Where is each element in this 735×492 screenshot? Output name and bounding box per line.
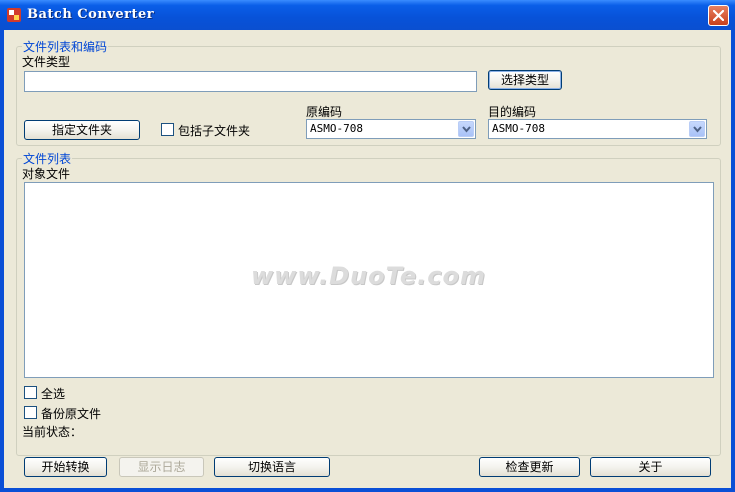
app-window: Batch Converter 文件列表和编码 文件类型 选择类型 原编码 目的… — [0, 0, 735, 492]
include-subfolders-checkbox[interactable] — [161, 123, 174, 136]
client-area: 文件列表和编码 文件类型 选择类型 原编码 目的编码 指定文件夹 包括子文件夹 … — [4, 30, 731, 488]
target-encoding-value: ASMO-708 — [492, 122, 545, 135]
backup-checkbox[interactable] — [24, 406, 37, 419]
select-all-label: 全选 — [41, 387, 66, 401]
source-encoding-label: 原编码 — [306, 105, 343, 119]
close-button[interactable] — [708, 5, 729, 26]
source-encoding-select[interactable]: ASMO-708 — [306, 119, 476, 139]
target-encoding-dropdown-button[interactable] — [689, 121, 705, 137]
title-bar[interactable]: Batch Converter — [0, 0, 735, 30]
check-update-button[interactable]: 检查更新 — [479, 457, 580, 477]
select-type-button[interactable]: 选择类型 — [488, 70, 562, 90]
chevron-down-icon — [462, 126, 471, 133]
start-convert-button[interactable]: 开始转换 — [24, 457, 107, 477]
source-encoding-dropdown-button[interactable] — [458, 121, 474, 137]
close-icon — [713, 10, 724, 21]
file-type-input[interactable] — [24, 71, 477, 92]
switch-language-button[interactable]: 切换语言 — [214, 457, 330, 477]
target-encoding-label: 目的编码 — [488, 105, 537, 119]
status-label: 当前状态： — [22, 425, 83, 439]
watermark-text: www.DuoTe.com — [251, 262, 486, 290]
app-icon — [7, 8, 21, 22]
target-files-label: 对象文件 — [22, 167, 71, 181]
source-encoding-value: ASMO-708 — [310, 122, 363, 135]
include-subfolders-label: 包括子文件夹 — [178, 124, 251, 138]
chevron-down-icon — [693, 126, 702, 133]
backup-label: 备份原文件 — [41, 407, 102, 421]
select-all-checkbox[interactable] — [24, 386, 37, 399]
show-log-button[interactable]: 显示日志 — [119, 457, 204, 477]
about-button[interactable]: 关于 — [590, 457, 711, 477]
file-type-label: 文件类型 — [22, 55, 71, 69]
target-encoding-select[interactable]: ASMO-708 — [488, 119, 707, 139]
window-title: Batch Converter — [27, 7, 155, 22]
specify-folder-button[interactable]: 指定文件夹 — [24, 120, 140, 140]
